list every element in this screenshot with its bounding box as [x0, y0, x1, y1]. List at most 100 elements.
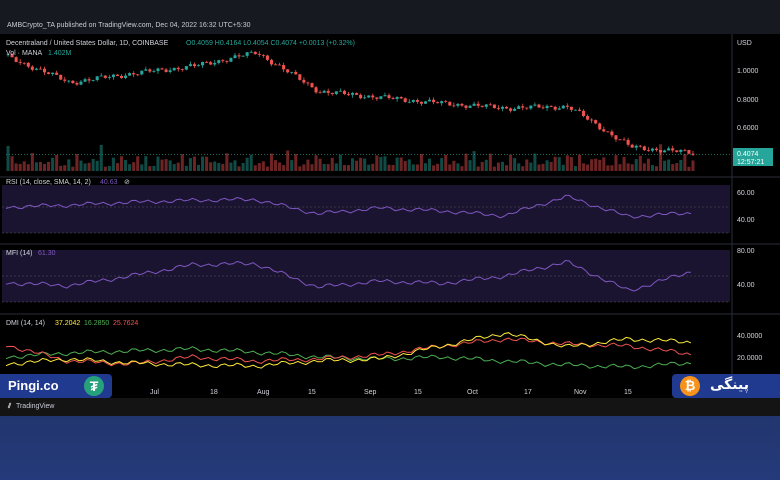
candle-body: [164, 69, 168, 72]
volume-bar: [468, 160, 472, 171]
candle-body: [561, 105, 565, 109]
chart-frame[interactable]: Decentraland / United States Dollar, 1D,…: [0, 34, 780, 398]
volume-bar: [687, 166, 691, 171]
candle-body: [505, 106, 509, 109]
volume-bar: [128, 164, 132, 171]
candle-body: [310, 83, 314, 88]
candle-body: [326, 90, 330, 93]
candle-body: [346, 94, 350, 95]
candle-body: [638, 145, 642, 147]
candle-body: [351, 93, 355, 95]
x-tick: 17: [524, 389, 532, 396]
rsi-tick: 40.00: [737, 217, 755, 224]
candle-body: [192, 64, 196, 67]
volume-bar: [30, 153, 34, 171]
volume-bar: [590, 159, 594, 171]
candle-body: [488, 104, 492, 106]
rsi-band: [2, 185, 730, 233]
candle-body: [541, 107, 545, 109]
volume-bar: [428, 158, 432, 171]
volume-bar: [561, 164, 565, 171]
eye-icon[interactable]: ⊘: [124, 179, 130, 186]
volume-bar: [47, 161, 51, 171]
x-tick: Oct: [467, 389, 478, 396]
candle-body: [14, 57, 18, 62]
chart-svg[interactable]: Decentraland / United States Dollar, 1D,…: [0, 34, 780, 398]
candle-body: [261, 54, 265, 56]
volume-bar: [26, 164, 30, 171]
volume-bar: [306, 159, 310, 171]
candle-body: [237, 55, 241, 57]
tradingview-footer[interactable]: ⫽ TradingView: [8, 403, 54, 411]
candle-body: [667, 148, 671, 151]
volume-bar: [379, 156, 383, 171]
volume-bar: [626, 163, 630, 171]
candle-body: [363, 97, 367, 99]
volume-bar: [423, 163, 428, 171]
volume-bar: [83, 163, 87, 171]
volume-bar: [221, 164, 225, 171]
volume-bar: [529, 162, 533, 171]
candle-body: [302, 79, 306, 83]
volume-bar: [233, 160, 237, 171]
candle-body: [537, 104, 541, 108]
brand-left-banner[interactable]: Pingi.co ₮: [0, 374, 112, 398]
volume-bar: [484, 159, 488, 171]
candle-body: [103, 75, 107, 78]
volume-bar: [671, 164, 675, 171]
brand-right-name: پینگی: [710, 377, 749, 393]
candle-body: [517, 106, 521, 109]
candle-body: [91, 80, 95, 81]
candle-body: [128, 73, 132, 76]
last-price-countdown: 12:57:21: [737, 159, 764, 166]
volume-bar: [586, 164, 590, 171]
volume-bar: [432, 165, 436, 171]
candle-body: [273, 64, 278, 66]
volume-bar: [663, 160, 667, 171]
volume-bar: [598, 159, 602, 171]
volume-bar: [140, 164, 144, 171]
brand-right-banner[interactable]: ₿ پینگی: [672, 374, 780, 398]
x-tick: 15: [414, 389, 422, 396]
currency-label: USD: [737, 40, 752, 47]
candle-body: [367, 95, 371, 98]
rsi-value: 40.63: [100, 179, 118, 186]
volume-bar: [95, 160, 99, 171]
candle-body: [67, 80, 71, 82]
candle-body: [476, 103, 480, 106]
volume-bar: [549, 161, 553, 171]
candle-body: [79, 81, 83, 85]
candle-body: [286, 69, 290, 73]
volume-bar: [650, 165, 654, 171]
volume-bar: [75, 154, 79, 171]
volume-bar: [213, 161, 217, 171]
candle-body: [472, 103, 476, 106]
candle-body: [298, 74, 302, 80]
candle-body: [423, 101, 428, 104]
volume-bar: [618, 164, 622, 171]
candle-body: [338, 90, 342, 92]
volume-bar: [205, 156, 209, 171]
volume-bar: [172, 164, 176, 171]
candle-body: [379, 96, 383, 99]
volume-value: 1.402M: [48, 50, 72, 57]
volume-bar: [342, 165, 346, 171]
volume-bar: [573, 166, 577, 171]
volume-bar: [545, 160, 549, 171]
candle-body: [71, 80, 75, 84]
candle-body: [87, 79, 91, 81]
candle-body: [618, 139, 622, 141]
candle-body: [630, 144, 634, 148]
volume-bar: [638, 155, 642, 171]
dmi-value-plus: 16.2850: [84, 320, 109, 327]
volume-layer: [6, 144, 695, 171]
volume-bar: [654, 166, 659, 171]
volume-bar: [115, 163, 119, 171]
candle-body: [168, 70, 172, 72]
volume-bar: [569, 157, 573, 171]
volume-bar: [606, 165, 610, 171]
candle-body: [577, 109, 582, 111]
candle-body: [521, 106, 525, 108]
candle-body: [415, 99, 419, 102]
candle-body: [387, 95, 391, 98]
